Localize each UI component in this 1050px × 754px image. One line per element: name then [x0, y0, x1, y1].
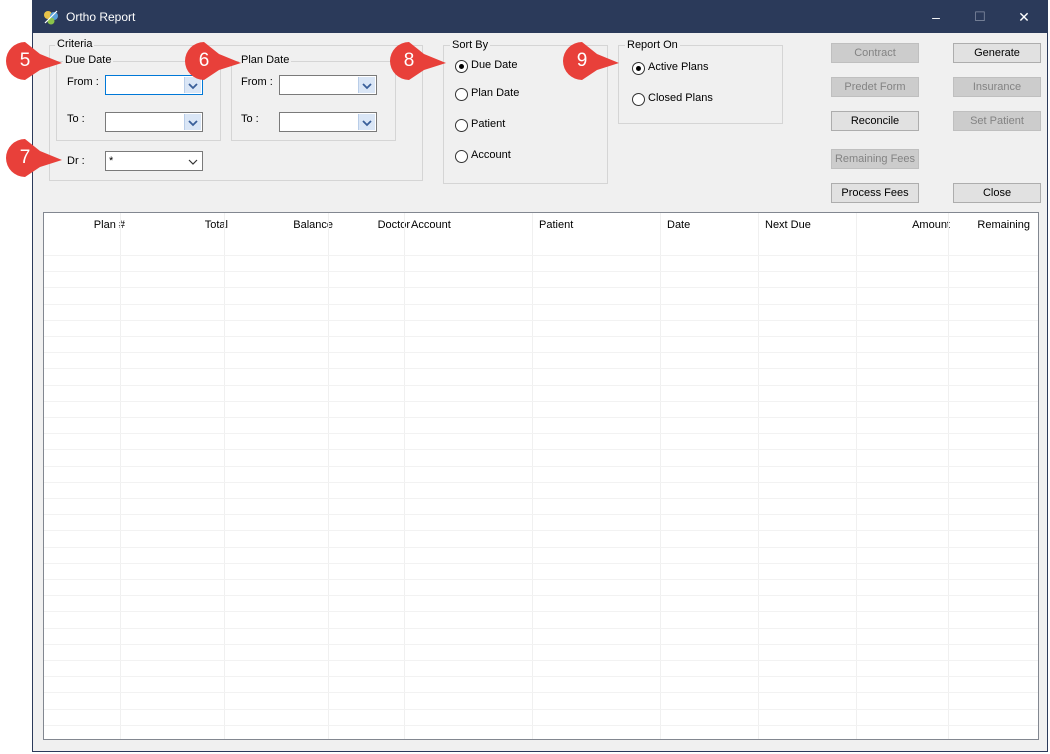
ortho-report-window: Ortho Report – ☐ ✕ Criteria Due Date Fro… [32, 0, 1048, 752]
remaining-fees-button[interactable]: Remaining Fees [831, 149, 919, 169]
grid-row-divider [44, 530, 1038, 531]
grid-row-divider [44, 320, 1038, 321]
minimize-button[interactable]: – [913, 1, 959, 33]
grid-row-divider [44, 449, 1038, 450]
doctor-select[interactable]: * [105, 151, 203, 171]
callout-badge-8: 8 [388, 40, 446, 82]
minimize-icon: – [932, 9, 940, 25]
grid-row-divider [44, 304, 1038, 305]
grid-row-divider [44, 547, 1038, 548]
process-fees-button[interactable]: Process Fees [831, 183, 919, 203]
grid-row-divider [44, 417, 1038, 418]
generate-button[interactable]: Generate [953, 43, 1041, 63]
grid-row-divider [44, 709, 1038, 710]
grid-row-divider [44, 611, 1038, 612]
grid-row-divider [44, 287, 1038, 288]
column-header-next-due[interactable]: Next Due [765, 219, 811, 231]
close-window-button[interactable]: ✕ [1001, 1, 1047, 33]
callout-badge-5: 5 [4, 40, 62, 82]
due-date-to-picker[interactable] [105, 112, 203, 132]
report-on-group [618, 45, 783, 124]
column-header-doctor[interactable]: Doctor [378, 219, 410, 231]
set-patient-button[interactable]: Set Patient [953, 111, 1041, 131]
grid-row-divider [44, 466, 1038, 467]
grid-row-divider [44, 579, 1038, 580]
app-icon [42, 8, 60, 26]
grid-row-divider [44, 692, 1038, 693]
ortho-plans-grid[interactable]: Plan # Total Balance Doctor Account Pati… [43, 212, 1039, 740]
column-header-account[interactable]: Account [411, 219, 451, 231]
grid-row-divider [44, 660, 1038, 661]
grid-row-divider [44, 433, 1038, 434]
grid-row-divider [44, 628, 1038, 629]
maximize-icon: ☐ [974, 9, 986, 24]
grid-row-divider [44, 563, 1038, 564]
grid-row-divider [44, 595, 1038, 596]
grid-row-divider [44, 401, 1038, 402]
radio-selected-dot [459, 64, 464, 69]
grid-row-divider [44, 255, 1038, 256]
column-header-patient[interactable]: Patient [539, 219, 573, 231]
contract-button[interactable]: Contract [831, 43, 919, 63]
maximize-button: ☐ [957, 1, 1003, 33]
grid-row-divider [44, 498, 1038, 499]
plan-date-to-picker[interactable] [279, 112, 377, 132]
grid-row-divider [44, 644, 1038, 645]
title-bar: Ortho Report – ☐ ✕ [33, 1, 1047, 33]
column-header-amount[interactable]: Amount [912, 219, 950, 231]
grid-row-divider [44, 514, 1038, 515]
close-button[interactable]: Close [953, 183, 1041, 203]
grid-row-divider [44, 368, 1038, 369]
grid-row-divider [44, 352, 1038, 353]
grid-row-divider [44, 336, 1038, 337]
reconcile-button[interactable]: Reconcile [831, 111, 919, 131]
window-title: Ortho Report [66, 10, 136, 24]
plan-date-from-picker[interactable] [279, 75, 377, 95]
insurance-button[interactable]: Insurance [953, 77, 1041, 97]
column-header-date[interactable]: Date [667, 219, 690, 231]
predet-form-button[interactable]: Predet Form [831, 77, 919, 97]
column-header-remaining[interactable]: Remaining [977, 219, 1030, 231]
chevron-down-icon[interactable] [358, 77, 375, 93]
due-date-to-label: To : [67, 113, 85, 125]
callout-badge-9: 9 [561, 40, 619, 82]
grid-row-divider [44, 271, 1038, 272]
report-on-legend: Report On [625, 39, 680, 52]
plan-date-to-label: To : [241, 113, 259, 125]
grid-row-divider [44, 385, 1038, 386]
close-icon: ✕ [1018, 9, 1030, 25]
grid-row-divider [44, 482, 1038, 483]
grid-row-divider [44, 725, 1038, 726]
callout-badge-6: 6 [183, 40, 241, 82]
radio-selected-dot [636, 66, 641, 71]
callout-badge-7: 7 [4, 137, 62, 179]
chevron-down-icon[interactable] [358, 114, 375, 130]
chevron-down-icon[interactable] [185, 153, 201, 169]
chevron-down-icon[interactable] [184, 114, 201, 130]
grid-row-divider [44, 676, 1038, 677]
